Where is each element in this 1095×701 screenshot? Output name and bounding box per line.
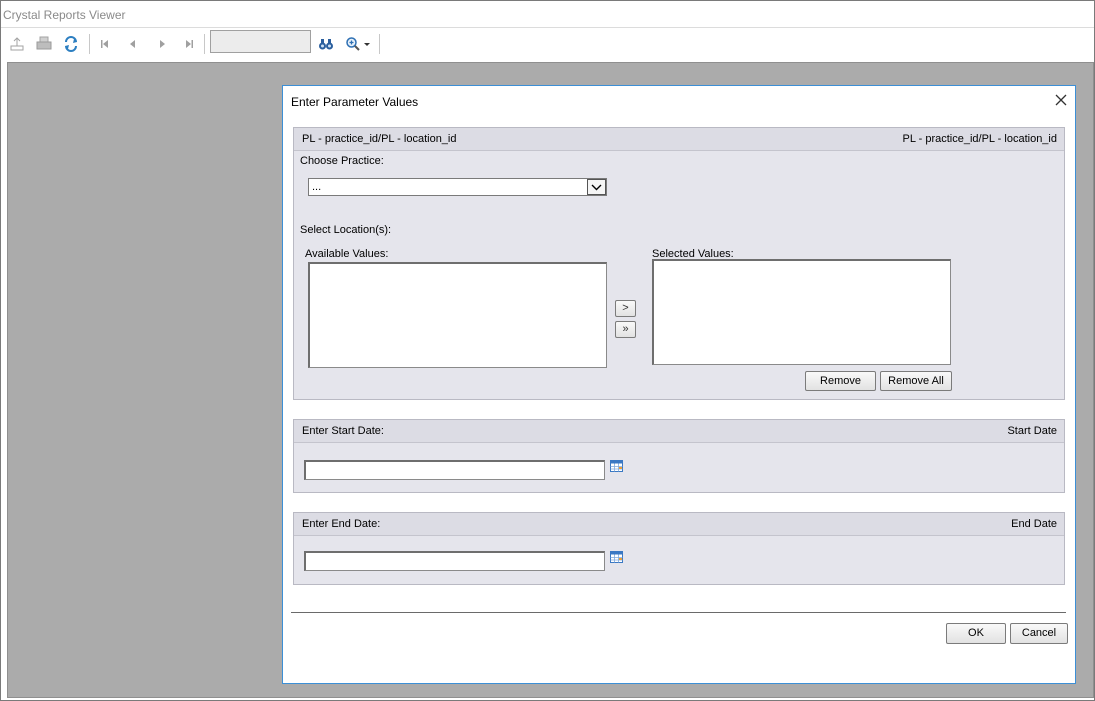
add-all-button[interactable]: » — [615, 321, 636, 338]
refresh-icon[interactable] — [63, 36, 79, 52]
end-date-input[interactable] — [304, 551, 605, 571]
remove-button[interactable]: Remove — [805, 371, 876, 391]
start-date-panel: Enter Start Date: Start Date — [293, 419, 1065, 493]
available-values-label: Available Values: — [305, 248, 389, 260]
toolbar-separator — [204, 34, 205, 54]
panel-header: Enter End Date: End Date — [294, 513, 1064, 536]
next-page-icon[interactable] — [154, 36, 170, 52]
dialog-divider — [291, 612, 1066, 613]
panel-header: PL - practice_id/PL - location_id PL - p… — [294, 128, 1064, 151]
panel-header-left: PL - practice_id/PL - location_id — [302, 133, 457, 145]
print-icon[interactable] — [36, 36, 52, 52]
toolbar-separator — [379, 34, 380, 54]
parameter-dialog: Enter Parameter Values PL - practice_id/… — [282, 85, 1076, 684]
available-values-list[interactable] — [308, 262, 607, 368]
toolbar — [1, 27, 1094, 60]
cancel-button[interactable]: Cancel — [1010, 623, 1068, 644]
location-parameter-panel: PL - practice_id/PL - location_id PL - p… — [293, 127, 1065, 400]
start-date-input[interactable] — [304, 460, 605, 480]
first-page-icon[interactable] — [97, 36, 113, 52]
last-page-icon[interactable] — [181, 36, 197, 52]
ok-button[interactable]: OK — [946, 623, 1006, 644]
add-button[interactable]: > — [615, 300, 636, 317]
panel-header-right: Start Date — [1007, 425, 1057, 437]
calendar-icon[interactable] — [610, 460, 623, 472]
close-icon[interactable] — [1053, 92, 1069, 108]
page-number-input[interactable] — [210, 30, 311, 53]
dialog-title: Enter Parameter Values — [291, 95, 419, 109]
calendar-icon[interactable] — [610, 551, 623, 563]
choose-practice-label: Choose Practice: — [300, 155, 384, 167]
end-date-panel: Enter End Date: End Date — [293, 512, 1065, 585]
zoom-dropdown-icon[interactable] — [363, 36, 371, 52]
previous-page-icon[interactable] — [125, 36, 141, 52]
selected-values-list[interactable] — [652, 259, 951, 365]
panel-header-left: Enter End Date: — [302, 518, 381, 530]
toolbar-separator — [89, 34, 90, 54]
practice-select[interactable]: ... — [308, 178, 607, 196]
zoom-icon[interactable] — [345, 36, 361, 52]
practice-select-value: ... — [312, 181, 322, 193]
panel-header-left: Enter Start Date: — [302, 425, 384, 437]
panel-header-right: PL - practice_id/PL - location_id — [902, 133, 1058, 145]
binoculars-icon[interactable] — [318, 36, 334, 52]
export-icon[interactable] — [9, 36, 25, 52]
window-title: Crystal Reports Viewer — [3, 8, 126, 22]
select-locations-label: Select Location(s): — [300, 224, 392, 236]
chevron-down-icon[interactable] — [587, 179, 606, 195]
panel-header: Enter Start Date: Start Date — [294, 420, 1064, 443]
remove-all-button[interactable]: Remove All — [880, 371, 952, 391]
panel-header-right: End Date — [1011, 518, 1057, 530]
